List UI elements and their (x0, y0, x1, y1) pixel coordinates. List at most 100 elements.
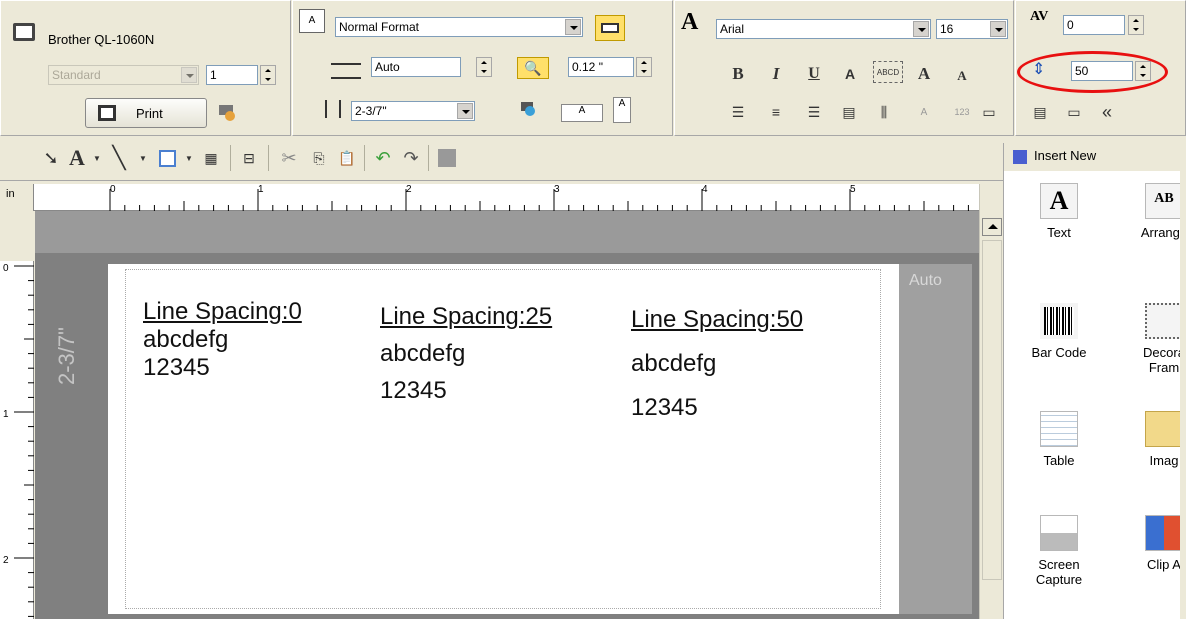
scroll-track[interactable] (982, 240, 1002, 580)
align-right-icon[interactable]: ☰ (803, 101, 825, 123)
print-mode-select[interactable]: Standard (48, 65, 199, 85)
copies-spinner[interactable] (260, 65, 276, 85)
format-frame-button[interactable] (595, 15, 625, 41)
select-arrow-icon[interactable]: ➘ (40, 147, 62, 169)
numbering-icon[interactable]: 123 (951, 101, 973, 123)
tape-width-icon (325, 100, 341, 118)
insert-text-button[interactable]: A Text (1019, 183, 1099, 240)
undo-icon[interactable]: ↶ (372, 147, 394, 169)
format-panel: A Normal Format Auto 🔍 0.12 " 2-3/7" A A (292, 0, 673, 136)
vertical-text-icon[interactable]: A (913, 101, 935, 123)
print-button-label: Print (136, 105, 163, 121)
length-mode-input[interactable]: Auto (371, 57, 461, 77)
font-size-select[interactable]: 16 (936, 19, 1008, 39)
copy-icon[interactable]: ⎘ (308, 147, 330, 169)
text-middle-icon[interactable]: ▤ (1029, 101, 1051, 123)
line-tool-icon[interactable]: ╲ (108, 145, 130, 170)
char-spacing-input[interactable]: 0 (1063, 15, 1125, 35)
text-object-spacing-0[interactable]: Line Spacing:0 abcdefg 12345 (143, 298, 302, 382)
chevron-down-icon[interactable] (565, 19, 581, 35)
chevron-down-icon[interactable] (457, 103, 473, 119)
print-options-icon[interactable] (216, 101, 238, 123)
highlight-ring (1017, 51, 1168, 93)
insert-panel: Insert New A Text AB Arrange Bar Code De… (1003, 143, 1186, 619)
chevron-down-icon[interactable]: ▼ (178, 147, 200, 169)
format-style-value: Normal Format (339, 20, 420, 34)
text-line: 12345 (380, 377, 447, 404)
distribute-icon[interactable]: ⫼ (873, 101, 895, 123)
insert-arranged-text-button[interactable]: AB Arrange (1124, 183, 1186, 240)
tape-width-select[interactable]: 2-3/7" (351, 101, 475, 121)
vertical-scrollbar[interactable] (979, 184, 1003, 619)
chevron-down-icon[interactable]: ▼ (132, 147, 154, 169)
table-tool-icon[interactable]: ▦ (200, 147, 222, 169)
insert-item-label: Text (1047, 225, 1071, 240)
insert-clip-art-button[interactable]: Clip A (1124, 515, 1186, 572)
align-center-icon[interactable]: ≡ (765, 101, 787, 123)
underline-button[interactable]: U (803, 63, 825, 85)
italic-button[interactable]: I (765, 63, 787, 85)
insert-panel-title: Insert New (1034, 148, 1097, 163)
grow-font-icon[interactable]: A (913, 63, 935, 85)
tape-width-value: 2-3/7" (355, 104, 387, 118)
justify-icon[interactable]: ▤ (838, 101, 860, 123)
insert-item-label: Fram (1148, 360, 1180, 375)
ruler-unit[interactable]: in (0, 184, 34, 211)
insert-table-button[interactable]: Table (1019, 411, 1099, 468)
text-tool-icon[interactable]: A (66, 145, 88, 170)
copies-value: 1 (210, 68, 217, 82)
margin-input[interactable]: 0.12 " (568, 57, 634, 77)
format-style-select[interactable]: Normal Format (335, 17, 583, 37)
cut-icon[interactable]: ✂ (278, 147, 300, 169)
text-top-icon[interactable]: ▭ (978, 101, 1000, 123)
bold-button[interactable]: B (727, 63, 749, 85)
barcode-icon (1040, 303, 1078, 339)
char-spacing-icon: AV (1030, 9, 1049, 24)
layout-icon[interactable]: ⊟ (238, 147, 260, 169)
insert-barcode-button[interactable]: Bar Code (1019, 303, 1099, 360)
zoom-fit-icon[interactable]: 🔍 (517, 57, 549, 79)
length-spinner[interactable] (476, 57, 492, 77)
chevron-down-icon[interactable]: ▼ (86, 147, 108, 169)
ruler-ticks (109, 189, 969, 211)
text-object-spacing-25[interactable]: Line Spacing:25 abcdefg 12345 (380, 298, 552, 409)
text-object-spacing-50[interactable]: Line Spacing:50 abcdefg 12345 (631, 298, 803, 430)
text-effect-icon[interactable]: ABCD (873, 61, 903, 83)
arranged-text-icon: AB (1145, 183, 1183, 219)
properties-icon[interactable] (436, 147, 458, 169)
rectangle-tool-icon[interactable] (156, 147, 178, 169)
margin-spinner[interactable] (636, 57, 652, 77)
insert-image-button[interactable]: Imag (1124, 411, 1186, 468)
shrink-font-icon[interactable]: A (951, 65, 973, 87)
copies-input[interactable]: 1 (206, 65, 258, 85)
table-icon (1040, 411, 1078, 447)
insert-item-label: Decora (1143, 345, 1185, 360)
insert-panel-scrollbar[interactable] (1180, 143, 1186, 619)
scroll-up-button[interactable] (982, 218, 1002, 236)
text-bottom-icon[interactable]: ▭ (1063, 101, 1085, 123)
char-spacing-spinner[interactable] (1128, 15, 1144, 35)
print-button[interactable]: Print (85, 98, 207, 128)
redo-icon[interactable]: ↷ (400, 147, 422, 169)
ruler-number: 3 (554, 184, 560, 195)
outline-text-icon[interactable]: A (839, 63, 861, 85)
margin-value: 0.12 " (572, 60, 603, 74)
text-line: abcdefg (143, 326, 229, 353)
more-options-icon[interactable]: « (1096, 101, 1118, 123)
text-align-horizontal-icon[interactable]: A (561, 104, 603, 122)
text-align-vertical-icon[interactable]: A (613, 97, 631, 123)
font-family-select[interactable]: Arial (716, 19, 931, 39)
chevron-down-icon[interactable] (181, 67, 197, 83)
insert-screen-capture-button[interactable]: Screen Capture (1019, 515, 1099, 587)
insert-frame-button[interactable]: Decora Fram (1124, 303, 1186, 375)
rotate-icon[interactable] (517, 97, 539, 119)
font-panel: A Arial 16 B I U A ABCD A A ☰ ≡ ☰ ▤ ⫼ A … (674, 0, 1014, 136)
chevron-down-icon[interactable] (990, 21, 1006, 37)
align-left-icon[interactable]: ☰ (727, 101, 749, 123)
print-mode-value: Standard (52, 68, 101, 82)
paste-icon[interactable]: 📋 (336, 147, 358, 169)
ruler-number: 0 (3, 263, 9, 274)
text-heading: Line Spacing:25 (380, 303, 553, 330)
chevron-down-icon[interactable] (913, 21, 929, 37)
label-length-text: 2-3/7" (54, 327, 79, 385)
